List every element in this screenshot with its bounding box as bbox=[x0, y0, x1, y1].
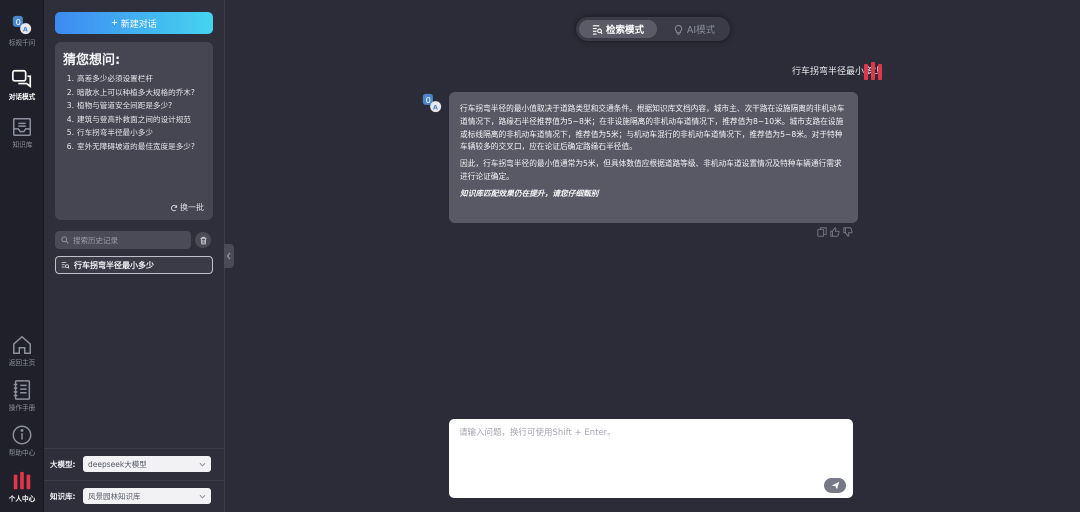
send-icon bbox=[831, 481, 839, 490]
message-actions bbox=[815, 227, 854, 238]
model-select-value: deepseek大模型 bbox=[88, 459, 147, 469]
new-chat-button[interactable]: + 新建对话 bbox=[55, 12, 213, 34]
rail-label: 对话模式 bbox=[8, 93, 36, 101]
user-avatar-icon bbox=[864, 62, 882, 80]
rail-item-manual[interactable]: 操作手册 bbox=[0, 379, 44, 413]
user-icon bbox=[13, 471, 31, 490]
lightbulb-icon bbox=[674, 24, 683, 35]
divider bbox=[44, 448, 225, 449]
send-button[interactable] bbox=[824, 478, 846, 493]
history-search-box bbox=[55, 231, 191, 249]
chevron-left-icon bbox=[226, 252, 231, 260]
icon-rail: 0 A 标规千问 对话模式 知识库 返回主页 操作手册 帮助中心 个人中心 bbox=[0, 0, 44, 512]
ai-mode-tab[interactable]: AI模式 bbox=[661, 20, 727, 38]
rail-label: 个人中心 bbox=[8, 495, 36, 503]
model-select[interactable]: deepseek大模型 bbox=[83, 456, 211, 472]
message-composer bbox=[449, 419, 853, 498]
svg-text:A: A bbox=[23, 25, 28, 33]
rail-item-knowledge[interactable]: 知识库 bbox=[0, 116, 44, 150]
thumbs-down-icon bbox=[843, 227, 853, 237]
collapse-sidebar-button[interactable] bbox=[224, 244, 234, 268]
message-input[interactable] bbox=[449, 419, 853, 498]
suggested-questions-card: 猜您想问: 1. 高差多少必须设置栏杆 2. 暗散水上可以种植多大规格的乔木? 3.… bbox=[55, 42, 213, 220]
model-select-label: 大模型: bbox=[50, 459, 76, 469]
chat-icon bbox=[12, 69, 32, 88]
svg-text:0: 0 bbox=[426, 95, 431, 105]
rail-item-profile[interactable]: 个人中心 bbox=[0, 470, 44, 504]
info-icon bbox=[12, 425, 32, 445]
rail-label: 帮助中心 bbox=[8, 449, 36, 457]
refresh-questions-button[interactable]: 换一批 bbox=[170, 202, 204, 213]
bot-disclaimer: 知识库匹配效果仍在提升，请您仔细甄别 bbox=[460, 188, 599, 198]
rail-label: 操作手册 bbox=[8, 404, 36, 412]
trash-icon bbox=[200, 236, 206, 244]
inbox-icon bbox=[13, 118, 31, 136]
copy-icon bbox=[817, 227, 827, 237]
bot-paragraph: 因此，行车拐弯半径的最小值通常为5米，但具体数值应根据道路等级、非机动车道设置情… bbox=[460, 159, 842, 181]
manual-icon bbox=[13, 380, 31, 400]
history-item-title: 行车拐弯半径最小多少 bbox=[74, 260, 154, 270]
rail-label: 标规千问 bbox=[8, 39, 36, 47]
bot-message: 行车拐弯半径的最小值取决于道路类型和交通条件。根据知识库文档内容，城市主、次干路… bbox=[449, 92, 858, 223]
suggested-question[interactable]: 5. 行车拐弯半径最小多少 bbox=[63, 128, 205, 139]
refresh-label: 换一批 bbox=[180, 203, 204, 212]
home-icon bbox=[13, 335, 31, 354]
bot-avatar-icon: 0 A bbox=[422, 93, 442, 113]
suggested-questions-list: 1. 高差多少必须设置栏杆 2. 暗散水上可以种植多大规格的乔木? 3. 植物与管道安… bbox=[63, 74, 205, 152]
sidebar-panel: + 新建对话 猜您想问: 1. 高差多少必须设置栏杆 2. 暗散水上可以种植多大规格… bbox=[44, 0, 225, 512]
model-select-row: 大模型: deepseek大模型 bbox=[50, 455, 220, 473]
suggested-question[interactable]: 2. 暗散水上可以种植多大规格的乔木? bbox=[63, 88, 205, 99]
search-mode-tab[interactable]: 检索模式 bbox=[579, 20, 657, 38]
chevron-down-icon bbox=[199, 494, 206, 498]
refresh-icon bbox=[171, 204, 178, 211]
like-button[interactable] bbox=[830, 227, 841, 238]
rail-label: 返回主页 bbox=[8, 359, 36, 367]
search-icon bbox=[61, 236, 69, 244]
rail-item-help[interactable]: 帮助中心 bbox=[0, 424, 44, 458]
plus-icon: + bbox=[111, 16, 118, 29]
kb-select[interactable]: 风景园林知识库 bbox=[83, 488, 211, 504]
copy-button[interactable] bbox=[817, 227, 828, 238]
rail-label: 知识库 bbox=[12, 141, 32, 149]
search-list-icon bbox=[61, 261, 70, 269]
rail-item-home[interactable]: 返回主页 bbox=[0, 334, 44, 368]
rail-item-chat[interactable]: 对话模式 bbox=[0, 68, 44, 102]
suggested-question[interactable]: 4. 建筑与登高扑救面之间的设计规范 bbox=[63, 115, 205, 126]
ai-mode-label: AI模式 bbox=[686, 25, 716, 36]
kb-select-value: 风景园林知识库 bbox=[88, 491, 141, 501]
kb-select-row: 知识库: 风景园林知识库 bbox=[50, 487, 220, 505]
rail-item-app[interactable]: 0 A 标规千问 bbox=[0, 14, 44, 48]
suggested-question[interactable]: 6. 室外无障碍坡道的最佳宽度是多少? bbox=[63, 142, 205, 153]
clear-history-button[interactable] bbox=[195, 232, 211, 248]
search-mode-label: 检索模式 bbox=[605, 25, 644, 36]
thumbs-up-icon bbox=[830, 227, 840, 237]
new-chat-label: 新建对话 bbox=[120, 18, 157, 29]
svg-text:0: 0 bbox=[16, 17, 21, 27]
kb-select-label: 知识库: bbox=[50, 491, 76, 501]
search-list-icon bbox=[592, 24, 603, 35]
dislike-button[interactable] bbox=[843, 227, 854, 238]
suggested-question[interactable]: 3. 植物与管道安全间距是多少? bbox=[63, 101, 205, 112]
svg-text:A: A bbox=[433, 103, 438, 111]
bot-paragraph: 行车拐弯半径的最小值取决于道路类型和交通条件。根据知识库文档内容，城市主、次干路… bbox=[460, 104, 845, 152]
history-search-input[interactable] bbox=[73, 235, 183, 245]
mode-switch: 检索模式 AI模式 bbox=[576, 17, 730, 41]
chevron-down-icon bbox=[199, 462, 206, 466]
suggested-question[interactable]: 1. 高差多少必须设置栏杆 bbox=[63, 74, 205, 85]
suggested-questions-title: 猜您想问: bbox=[63, 53, 121, 68]
app-logo-icon: 0 A bbox=[12, 15, 32, 35]
history-search-row bbox=[55, 231, 215, 249]
divider bbox=[44, 480, 225, 481]
history-item[interactable]: 行车拐弯半径最小多少 bbox=[55, 256, 213, 274]
